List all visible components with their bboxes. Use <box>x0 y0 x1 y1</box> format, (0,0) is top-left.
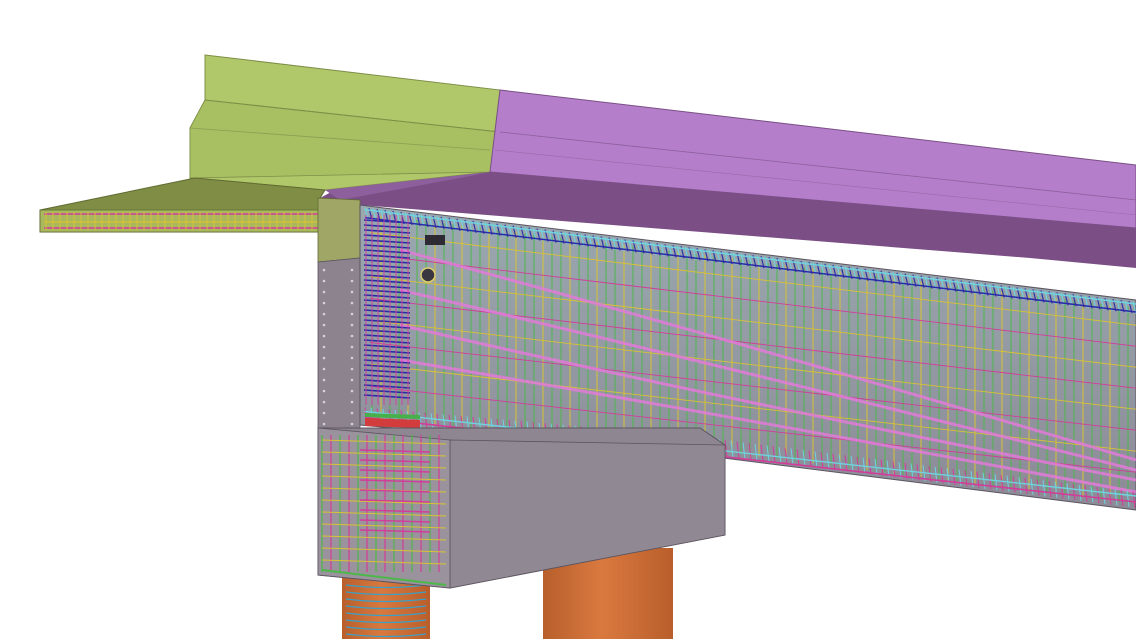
retaining-wall[interactable] <box>189 54 501 191</box>
rebar-end-dot <box>322 400 326 404</box>
anchor-plate <box>420 267 436 283</box>
rebar-end-dot <box>322 356 326 360</box>
rebar-end-dot <box>350 323 354 327</box>
rebar-end-dot <box>322 312 326 316</box>
rebar-end-dot <box>322 279 326 283</box>
rebar-end-dot <box>350 345 354 349</box>
rebar-end-dot <box>350 268 354 272</box>
rebar-end-dot <box>350 389 354 393</box>
rebar-end-dot <box>350 411 354 415</box>
rebar-end-dot <box>350 422 354 426</box>
rebar-end-dot <box>322 268 326 272</box>
bearing-plate <box>365 413 420 428</box>
rebar-end-dot <box>322 301 326 305</box>
rebar-end-dot <box>322 378 326 382</box>
rebar-end-dot <box>350 378 354 382</box>
rebar-end-dot <box>322 367 326 371</box>
model-viewport[interactable] <box>0 0 1136 639</box>
rebar-end-dot <box>350 301 354 305</box>
rebar-end-dot <box>350 334 354 338</box>
rebar-end-dot <box>350 400 354 404</box>
anchor-block <box>425 235 445 245</box>
rebar-end-dot <box>350 356 354 360</box>
rebar-end-dot <box>350 367 354 371</box>
deck-end-face <box>317 197 361 431</box>
rebar-end-dot <box>322 389 326 393</box>
rebar-end-dot <box>350 279 354 283</box>
bridge-model-3d-view[interactable] <box>0 0 1136 639</box>
rebar-end-dot <box>322 334 326 338</box>
rebar-end-dot <box>322 411 326 415</box>
rebar-end-dot <box>322 422 326 426</box>
rebar-end-dot <box>322 290 326 294</box>
rebar-end-dot <box>350 312 354 316</box>
rebar-end-dot <box>322 323 326 327</box>
rebar-end-dot <box>322 345 326 349</box>
rebar-end-dot <box>350 290 354 294</box>
